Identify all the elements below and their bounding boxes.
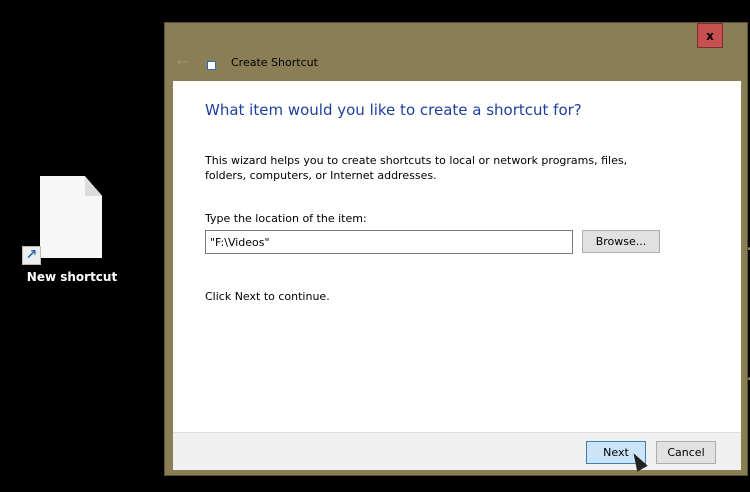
back-arrow-icon[interactable]: ← [177,55,188,70]
create-shortcut-dialog: x ← Create Shortcut What item would you … [164,22,748,476]
wizard-footer: Next Cancel [173,432,741,470]
browse-button[interactable]: Browse... [582,230,660,253]
wizard-description: This wizard helps you to create shortcut… [205,154,628,182]
continue-text: Click Next to continue. [205,290,330,303]
file-fold [85,176,102,196]
cancel-button[interactable]: Cancel [656,441,716,464]
shortcut-arrow-icon: ↗ [22,246,41,265]
close-button[interactable]: x [697,23,723,48]
shortcut-icon [207,61,216,70]
location-label: Type the location of the item: [205,212,367,225]
wizard-content: What item would you like to create a sho… [173,81,741,432]
location-input[interactable] [205,230,573,254]
window-title: Create Shortcut [231,56,318,69]
page-title: What item would you like to create a sho… [205,101,582,119]
desktop-icon-label: New shortcut [26,270,118,284]
